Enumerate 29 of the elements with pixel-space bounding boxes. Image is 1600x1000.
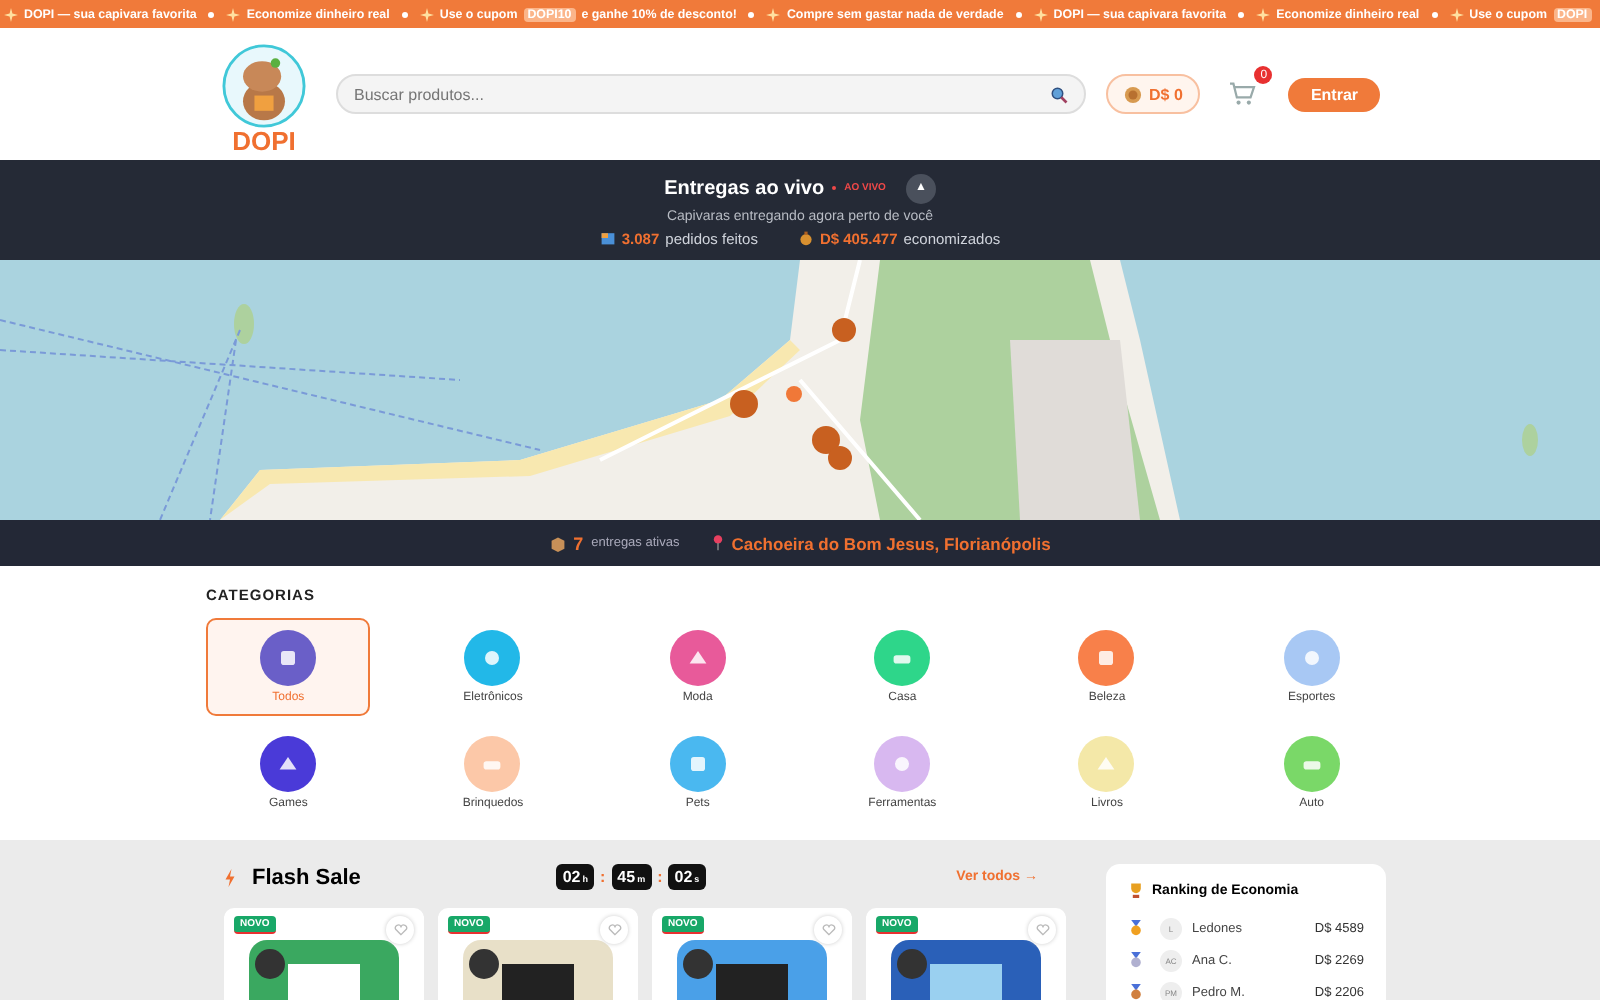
heart-icon	[1035, 924, 1049, 936]
box-icon	[549, 535, 566, 551]
cart-icon[interactable]	[1228, 82, 1257, 106]
sparkle-icon	[1256, 7, 1271, 21]
sparkle-icon	[766, 7, 781, 21]
sparkle-icon	[419, 7, 434, 21]
location-pin-icon	[711, 534, 724, 552]
logo-text: DOPI	[232, 127, 296, 153]
section-title: Entregas ao vivo	[664, 177, 825, 199]
trophy-icon	[1128, 882, 1144, 898]
heart-icon	[393, 924, 407, 936]
sparkle-icon	[4, 7, 18, 21]
money-bag-icon	[797, 230, 814, 246]
heart-icon	[821, 924, 835, 936]
timer-separator: :	[599, 868, 606, 886]
heart-icon	[607, 924, 621, 936]
delivery-count: 7	[573, 533, 584, 553]
lightning-icon	[224, 867, 236, 887]
section-title: Flash Sale	[252, 865, 361, 889]
capybara-logo[interactable]	[222, 43, 306, 127]
sparkle-icon	[1449, 7, 1464, 21]
timer-separator: :	[657, 868, 663, 886]
location-text: Cachoeira do Bom Jesus, Florianópolis	[731, 533, 1051, 553]
coin-icon	[1123, 85, 1142, 103]
package-icon	[599, 230, 616, 246]
search-field[interactable]: Buscar produtos...	[336, 74, 1086, 114]
sparkle-icon	[226, 7, 241, 21]
search-icon[interactable]	[1049, 85, 1068, 103]
sparkle-icon	[1033, 7, 1048, 21]
